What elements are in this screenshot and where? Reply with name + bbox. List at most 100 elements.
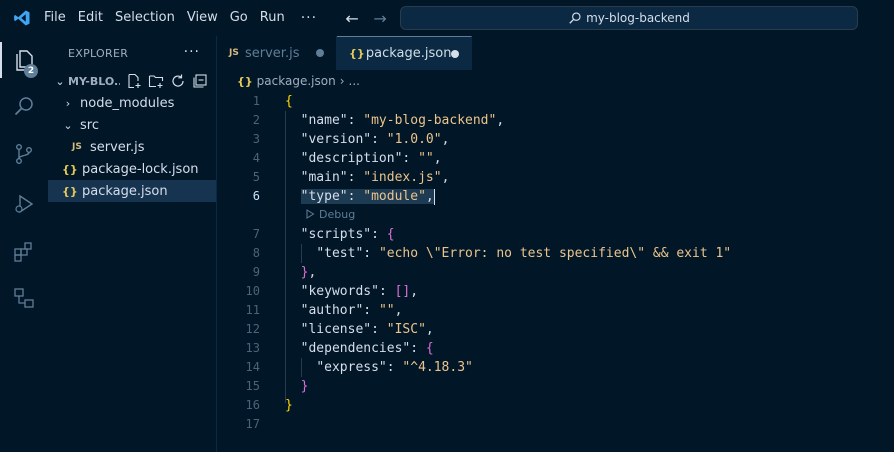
refresh-icon[interactable] xyxy=(170,73,186,89)
json-file-icon: {} xyxy=(349,47,365,60)
menu-view[interactable]: View xyxy=(181,0,224,36)
line-number: 15 xyxy=(245,379,260,393)
menu-run[interactable]: Run xyxy=(254,0,291,36)
breadcrumb-separator: › xyxy=(339,74,345,88)
menu-file[interactable]: File xyxy=(44,0,72,36)
menu-go[interactable]: Go xyxy=(224,0,254,36)
json-file-icon: {} xyxy=(62,162,78,176)
menu-edit[interactable]: Edit xyxy=(72,0,109,36)
debug-codelens[interactable]: Debug xyxy=(305,206,355,222)
code-line: 12 "license": "ISC", xyxy=(217,320,894,339)
json-key: "main" xyxy=(300,170,348,185)
unsaved-dot-icon[interactable] xyxy=(451,49,459,58)
json-file-icon: {} xyxy=(62,184,78,198)
code-line-active: 6 "type": "module", xyxy=(217,187,894,206)
menu-bar: File Edit Selection View Go Run ··· xyxy=(44,0,327,36)
json-value: "module" xyxy=(363,189,426,204)
json-value: "" xyxy=(418,151,434,166)
json-value: "" xyxy=(378,303,395,318)
explorer-activity[interactable]: 2 xyxy=(0,38,48,82)
tree-item-package-json[interactable]: {} package.json xyxy=(48,180,216,202)
tab-package-json[interactable]: {} package.json xyxy=(337,36,472,70)
search-activity[interactable] xyxy=(0,84,48,128)
code-line: 8 "test": "echo \"Error: no test specifi… xyxy=(217,244,894,263)
search-icon xyxy=(569,12,581,24)
source-control-activity[interactable] xyxy=(0,132,48,176)
remote-explorer-activity[interactable] xyxy=(0,276,48,320)
json-key: "version" xyxy=(300,132,372,147)
breadcrumb: {} package.json › ... xyxy=(217,70,894,92)
run-debug-icon xyxy=(15,194,34,214)
extensions-activity[interactable] xyxy=(0,230,48,274)
chevron-down-icon: ⌄ xyxy=(63,118,73,132)
json-file-icon: {} xyxy=(237,74,253,88)
chevron-right-icon: › xyxy=(65,96,71,110)
workspace-folder-label: MY-BLO... xyxy=(68,74,120,88)
menu-selection[interactable]: Selection xyxy=(109,0,181,36)
debug-label: Debug xyxy=(319,207,356,221)
tab-label: server.js xyxy=(245,45,300,61)
line-number: 7 xyxy=(252,227,260,241)
tree-item-src[interactable]: ⌄ src xyxy=(48,114,216,136)
forward-arrow-icon[interactable]: → xyxy=(373,9,387,28)
line-number: 16 xyxy=(245,398,260,412)
line-number: 8 xyxy=(252,246,260,260)
json-key: "description" xyxy=(300,151,403,166)
code-line: 3 "version": "1.0.0", xyxy=(217,130,894,149)
json-key: "author" xyxy=(300,303,364,318)
tab-server-js[interactable]: JS server.js xyxy=(217,36,337,70)
unsaved-dot-icon[interactable] xyxy=(316,49,324,57)
tree-item-label: node_modules xyxy=(80,95,175,111)
code-line: 14 "express": "^4.18.3" xyxy=(217,358,894,377)
back-arrow-icon[interactable]: ← xyxy=(345,9,359,28)
json-value: "ISC" xyxy=(386,322,426,337)
js-file-icon: JS xyxy=(229,48,239,58)
code-editor[interactable]: 1{ 2 "name": "my-blog-backend", 3 "versi… xyxy=(217,92,894,452)
vscode-logo-icon xyxy=(0,0,44,36)
code-line: 2 "name": "my-blog-backend", xyxy=(217,111,894,130)
new-folder-icon[interactable] xyxy=(148,73,164,89)
json-key: "license" xyxy=(300,322,372,337)
active-indicator xyxy=(0,42,2,78)
code-line: 15 } xyxy=(217,377,894,396)
explorer-more-icon[interactable]: ··· xyxy=(184,44,200,60)
tree-item-label: server.js xyxy=(90,139,145,155)
tree-item-label: package-lock.json xyxy=(82,161,199,177)
menu-more-icon[interactable]: ··· xyxy=(291,0,327,36)
tree-item-server-js[interactable]: JS server.js xyxy=(48,136,216,158)
line-number: 9 xyxy=(252,265,260,279)
tree-item-label: src xyxy=(80,117,99,133)
json-value: "my-blog-backend" xyxy=(363,113,497,128)
line-number: 5 xyxy=(252,170,260,184)
command-center-search[interactable]: my-blog-backend xyxy=(400,6,858,30)
json-key: "dependencies" xyxy=(300,341,411,356)
line-number: 3 xyxy=(252,132,260,146)
json-key: "keywords" xyxy=(300,284,379,299)
workspace-folder[interactable]: ⌄ MY-BLO... xyxy=(48,70,216,92)
play-icon xyxy=(306,209,315,219)
breadcrumb-more[interactable]: ... xyxy=(349,74,360,88)
text-cursor xyxy=(433,188,435,205)
json-key: "test" xyxy=(316,246,364,261)
collapse-all-icon[interactable] xyxy=(192,73,208,89)
code-line: 17 xyxy=(217,415,894,434)
line-number: 14 xyxy=(245,360,260,374)
code-line: 5 "main": "index.js", xyxy=(217,168,894,187)
search-text: my-blog-backend xyxy=(586,11,690,25)
json-value: "^4.18.3" xyxy=(402,360,473,375)
code-line: 1{ xyxy=(217,92,894,111)
tree-item-node-modules[interactable]: › node_modules xyxy=(48,92,216,114)
js-file-icon: JS xyxy=(72,142,82,152)
json-key: "scripts" xyxy=(300,227,372,242)
new-file-icon[interactable] xyxy=(126,73,142,89)
code-line: 10 "keywords": [], xyxy=(217,282,894,301)
code-line: 9 }, xyxy=(217,263,894,282)
breadcrumb-file[interactable]: package.json xyxy=(257,74,336,88)
run-debug-activity[interactable] xyxy=(0,182,48,226)
json-key: "name" xyxy=(300,113,348,128)
line-number: 6 xyxy=(252,189,260,203)
line-number: 13 xyxy=(245,341,260,355)
json-value: "index.js" xyxy=(363,170,442,185)
tree-item-package-lock[interactable]: {} package-lock.json xyxy=(48,158,216,180)
remote-explorer-icon xyxy=(14,288,34,308)
